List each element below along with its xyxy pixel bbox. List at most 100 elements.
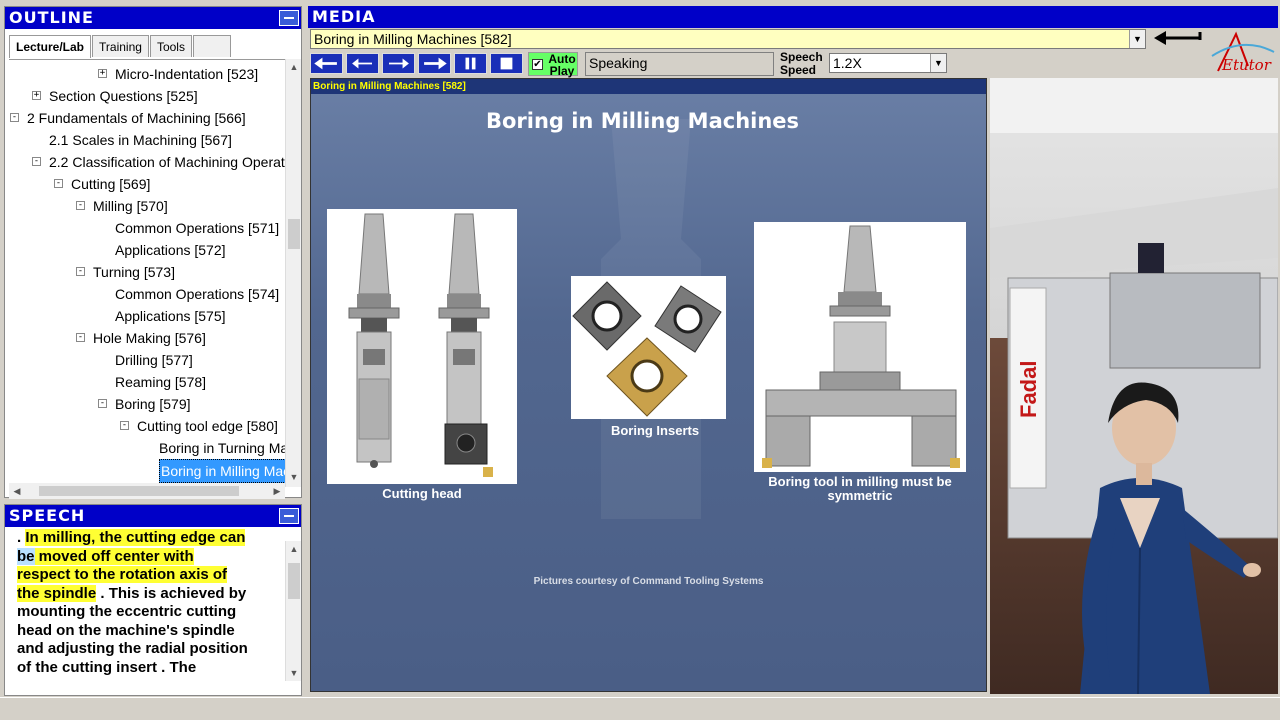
tree-item[interactable]: - Hole Making [576] [9, 327, 289, 349]
outline-hscroll-thumb[interactable] [39, 486, 239, 496]
speech-minimize-button[interactable] [279, 508, 299, 524]
scroll-down-icon[interactable]: ▼ [288, 471, 300, 483]
pause-button[interactable] [454, 53, 487, 74]
tree-item-label: Cutting [569] [71, 176, 151, 192]
scroll-down-icon[interactable]: ▼ [288, 667, 300, 679]
collapse-icon[interactable]: - [120, 421, 129, 430]
tool-holder-left [348, 213, 400, 468]
presenter-video: Fadal [990, 78, 1278, 694]
double-arrow-right-icon [424, 57, 447, 70]
topic-dropdown[interactable]: Boring in Milling Machines [582] ▼ [310, 29, 1146, 49]
insert-gray-right [654, 285, 722, 353]
tree-item-label: Common Operations [571] [115, 220, 280, 236]
outline-minimize-button[interactable] [279, 10, 299, 26]
tree-item-label: Milling [570] [93, 198, 168, 214]
tree-item[interactable]: Drilling [577] [9, 349, 289, 371]
chevron-down-icon[interactable]: ▼ [930, 54, 946, 72]
tab-training[interactable]: Training [92, 35, 149, 57]
speech-scrollbar[interactable]: ▲ ▼ [285, 541, 301, 681]
tree-item-label: Boring [579] [115, 396, 191, 412]
collapse-icon[interactable]: - [10, 113, 19, 122]
autoplay-toggle[interactable]: ✔ Auto Play [528, 52, 578, 78]
outline-panel: OUTLINE Lecture/Lab Training Tools + Micr… [4, 6, 302, 499]
speech-current-word: be [17, 547, 35, 565]
status-bar [0, 697, 1280, 720]
double-arrow-left-icon [314, 57, 337, 70]
outline-horizontal-scrollbar[interactable]: ◀ ▶ [9, 483, 285, 499]
tree-item-label: Turning [573] [93, 264, 175, 280]
collapse-icon[interactable]: - [32, 157, 41, 166]
slide-caption-bar: Boring in Milling Machines [582] [311, 79, 986, 94]
collapse-icon[interactable]: - [98, 399, 107, 408]
speech-highlight-a: In milling, the cutting edge can [25, 529, 246, 546]
speech-title: SPEECH [5, 505, 301, 527]
tree-item[interactable]: Applications [572] [9, 239, 289, 261]
tree-item[interactable]: + Micro-Indentation [523] [9, 63, 289, 85]
tree-item[interactable]: - Milling [570] [9, 195, 289, 217]
tree-item[interactable]: -2 Fundamentals of Machining [566] [9, 107, 289, 129]
insert-gold [606, 337, 688, 417]
scroll-right-icon[interactable]: ▶ [271, 485, 283, 497]
tree-item[interactable]: Boring in Milling Mach [9, 459, 289, 483]
autoplay-checkbox[interactable]: ✔ [532, 59, 543, 70]
tree-item[interactable]: Common Operations [574] [9, 283, 289, 305]
speech-panel: SPEECH . In milling, the cutting edge ca… [4, 504, 302, 696]
picture-credit: Pictures courtesy of Command Tooling Sys… [533, 576, 764, 587]
tree-item[interactable]: Boring in Turning Mach [9, 437, 289, 459]
tab-lecture-lab[interactable]: Lecture/Lab [9, 35, 92, 58]
caption-cutting-head: Cutting head [382, 486, 462, 501]
speech-speed-label: Speech Speed [780, 50, 823, 77]
tree-item[interactable]: Common Operations [571] [9, 217, 289, 239]
tree-item-label: Hole Making [576] [93, 330, 206, 346]
speech-transcript: . In milling, the cutting edge can be mo… [17, 529, 249, 677]
back-arrow-icon[interactable] [1152, 28, 1204, 48]
stop-icon [500, 57, 513, 70]
autoplay-label: Auto Play [548, 52, 576, 78]
first-slide-button[interactable] [310, 53, 343, 74]
collapse-icon[interactable]: - [76, 267, 85, 276]
symmetric-boring-tool-image [754, 222, 966, 472]
topic-value: Boring in Milling Machines [582] [314, 31, 512, 47]
tab-empty [192, 35, 231, 57]
tree-item[interactable]: + Section Questions [525] [9, 85, 289, 107]
cutting-head-image [327, 209, 517, 484]
speech-speed-dropdown[interactable]: 1.2X ▼ [829, 53, 947, 73]
tree-item[interactable]: Applications [575] [9, 305, 289, 327]
tree-item[interactable]: -2.2 Classification of Machining Operati… [9, 151, 289, 173]
speech-scroll-thumb[interactable] [288, 563, 300, 599]
scroll-left-icon[interactable]: ◀ [11, 485, 23, 497]
outline-title: OUTLINE [5, 7, 301, 29]
tree-item-label: Reaming [578] [115, 374, 207, 390]
scroll-up-icon[interactable]: ▲ [288, 543, 300, 555]
collapse-icon[interactable]: - [54, 179, 63, 188]
tab-tools[interactable]: Tools [149, 35, 192, 57]
tree-item-label: Drilling [577] [115, 352, 193, 368]
scroll-up-icon[interactable]: ▲ [288, 61, 300, 73]
outline-vertical-scrollbar[interactable]: ▲ ▼ [285, 59, 301, 487]
previous-button[interactable] [346, 53, 379, 74]
tree-item[interactable]: - Boring [579] [9, 393, 289, 415]
tree-item-label: Common Operations [574] [115, 286, 280, 302]
next-button[interactable] [382, 53, 415, 74]
expand-icon[interactable]: + [32, 91, 41, 100]
chevron-down-icon[interactable]: ▼ [1129, 30, 1145, 48]
machine-brand-text: Fadal [1016, 361, 1041, 418]
expand-icon[interactable]: + [98, 69, 107, 78]
collapse-icon[interactable]: - [76, 333, 85, 342]
tree-item[interactable]: - Turning [573] [9, 261, 289, 283]
tree-item[interactable]: - Cutting [569] [9, 173, 289, 195]
tree-item[interactable]: 2.1 Scales in Machining [567] [9, 129, 289, 151]
etutor-logo: Etutor [1208, 26, 1278, 76]
tree-item[interactable]: Reaming [578] [9, 371, 289, 393]
tree-item-label: 2.2 Classification of Machining Operatio… [49, 154, 289, 170]
caption-symmetric: Boring tool in milling must be symmetric [768, 474, 952, 503]
slide-canvas: Boring in Milling Machines [582] Boring … [310, 78, 987, 692]
last-slide-button[interactable] [418, 53, 451, 74]
outline-scroll-thumb[interactable] [288, 219, 300, 249]
presenter-scene: Fadal [990, 78, 1278, 694]
stop-button[interactable] [490, 53, 523, 74]
outline-tree: + Micro-Indentation [523] + Section Questio… [9, 59, 289, 487]
collapse-icon[interactable]: - [76, 201, 85, 210]
tree-item-label: Micro-Indentation [523] [115, 66, 259, 82]
tree-item[interactable]: - Cutting tool edge [580] [9, 415, 289, 437]
